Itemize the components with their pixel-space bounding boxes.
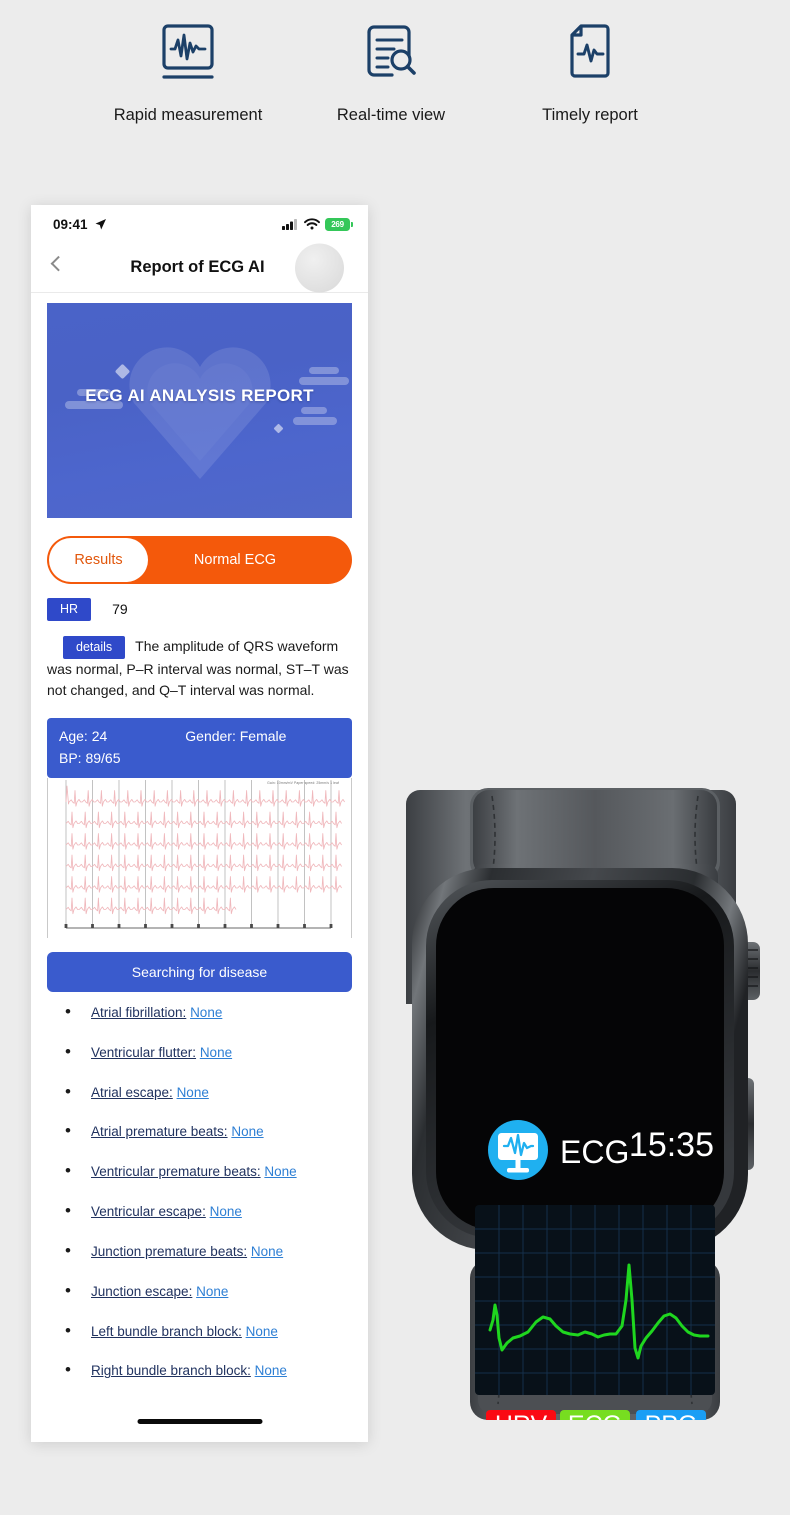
hr-badge: HR — [47, 598, 92, 621]
cellular-signal-icon — [282, 219, 297, 230]
disease-list: Atrial fibrillation: NoneVentricular flu… — [47, 1003, 352, 1380]
battery-level-text: 269 — [331, 219, 344, 229]
list-item[interactable]: Atrial premature beats: None — [57, 1122, 352, 1140]
disease-value: None — [190, 1004, 223, 1020]
list-item[interactable]: Ventricular escape: None — [57, 1202, 352, 1220]
cloud-shape — [301, 407, 327, 414]
phone-mockup: 09:41 269 Report of ECG AI ECG AI ANALYS… — [31, 205, 368, 1442]
list-item[interactable]: Atrial fibrillation: None — [57, 1003, 352, 1021]
patient-age: Age: 24 — [59, 727, 108, 744]
feature-label: Rapid measurement — [113, 106, 263, 124]
ecg-strip-note: Gain: 10mm/mV Paper speed: 25mm/s 1 leaf — [267, 780, 339, 785]
document-heartbeat-icon — [530, 20, 650, 88]
result-pill[interactable]: Results Normal ECG — [47, 536, 352, 584]
feature-strip: Rapid measurement Real-time view Timely … — [0, 0, 790, 175]
feature-real-time-view: Real-time view — [327, 20, 455, 125]
document-search-icon — [327, 20, 455, 88]
watch-time: 15:35 — [629, 1126, 714, 1164]
disease-value: None — [196, 1283, 229, 1299]
list-item[interactable]: Junction escape: None — [57, 1282, 352, 1300]
feature-timely-report: Timely report — [530, 20, 650, 125]
disease-value: None — [231, 1124, 264, 1140]
watch-mode-badges: HRV ECG PPG — [486, 1410, 706, 1440]
avatar[interactable] — [295, 243, 344, 292]
list-item[interactable]: Left bundle branch block: None — [57, 1322, 352, 1340]
patient-info-box: Age: 24 Gender: Female BP: 89/65 — [47, 717, 352, 778]
hero-title: ECG AI ANALYSIS REPORT — [85, 386, 314, 405]
disease-label: Right bundle branch block: — [91, 1363, 251, 1379]
navigation-bar: Report of ECG AI — [31, 243, 368, 293]
list-item[interactable]: Atrial escape: None — [57, 1083, 352, 1101]
disease-label: Junction escape: — [91, 1283, 193, 1299]
wifi-icon — [304, 218, 320, 230]
smartwatch-mockup: ECG 15:35 — [400, 760, 790, 1515]
battery-indicator: 269 — [325, 217, 353, 231]
list-item[interactable]: Right bundle branch block: None — [57, 1361, 352, 1379]
cloud-shape — [309, 367, 339, 374]
details-block: details The amplitude of QRS waveform was… — [47, 635, 352, 701]
hero-banner: ECG AI ANALYSIS REPORT — [47, 303, 352, 518]
disease-label: Left bundle branch block: — [91, 1323, 242, 1339]
heart-illustration — [128, 346, 271, 479]
disease-label: Ventricular escape: — [91, 1204, 206, 1220]
list-item[interactable]: Ventricular flutter: None — [57, 1043, 352, 1061]
watch-app-name: ECG — [560, 1134, 629, 1170]
disease-value: None — [176, 1084, 209, 1100]
disease-label: Atrial fibrillation: — [91, 1004, 187, 1020]
result-value: Normal ECG — [193, 552, 277, 568]
disease-label: Ventricular premature beats: — [91, 1164, 261, 1180]
status-bar: 09:41 269 — [31, 205, 368, 243]
searching-for-disease-button[interactable]: Searching for disease — [47, 951, 352, 992]
patient-bp: BP: 89/65 — [59, 750, 121, 767]
home-indicator — [137, 1419, 262, 1424]
watch-body — [412, 868, 748, 1250]
disease-label: Atrial premature beats: — [91, 1124, 228, 1140]
mode-badge-ppg[interactable]: PPG — [645, 1411, 698, 1439]
disease-value: None — [250, 1243, 284, 1259]
ecg-strip-svg — [64, 779, 345, 929]
location-arrow-icon — [95, 218, 106, 229]
disease-label: Ventricular flutter: — [91, 1044, 197, 1060]
results-chip: Results — [49, 538, 148, 582]
disease-value: None — [199, 1044, 233, 1060]
disease-value: None — [245, 1323, 278, 1339]
details-badge: details — [63, 635, 126, 659]
patient-gender: Gender: Female — [185, 727, 287, 744]
feature-rapid-measurement: Rapid measurement — [98, 20, 278, 125]
feature-label: Real-time view — [336, 106, 446, 124]
mode-badge-hrv[interactable]: HRV — [495, 1411, 548, 1439]
disease-label: Junction premature beats: — [91, 1243, 248, 1259]
monitor-waveform-icon — [98, 20, 278, 88]
mode-badge-ecg[interactable]: ECG — [568, 1411, 622, 1439]
disease-value: None — [254, 1363, 287, 1379]
disease-value: None — [209, 1204, 242, 1220]
ecg-strip-chart: Gain: 10mm/mV Paper speed: 25mm/s 1 leaf — [47, 777, 352, 938]
disease-value: None — [264, 1164, 297, 1180]
cloud-shape — [299, 377, 349, 385]
list-item[interactable]: Junction premature beats: None — [57, 1242, 352, 1260]
list-item[interactable]: Ventricular premature beats: None — [57, 1162, 352, 1180]
heart-rate-row: HR 79 — [47, 598, 352, 621]
status-time: 09:41 — [53, 216, 88, 232]
feature-label: Timely report — [542, 106, 638, 124]
cloud-shape — [293, 417, 337, 425]
disease-label: Atrial escape: — [91, 1084, 173, 1100]
hr-value: 79 — [112, 601, 128, 618]
